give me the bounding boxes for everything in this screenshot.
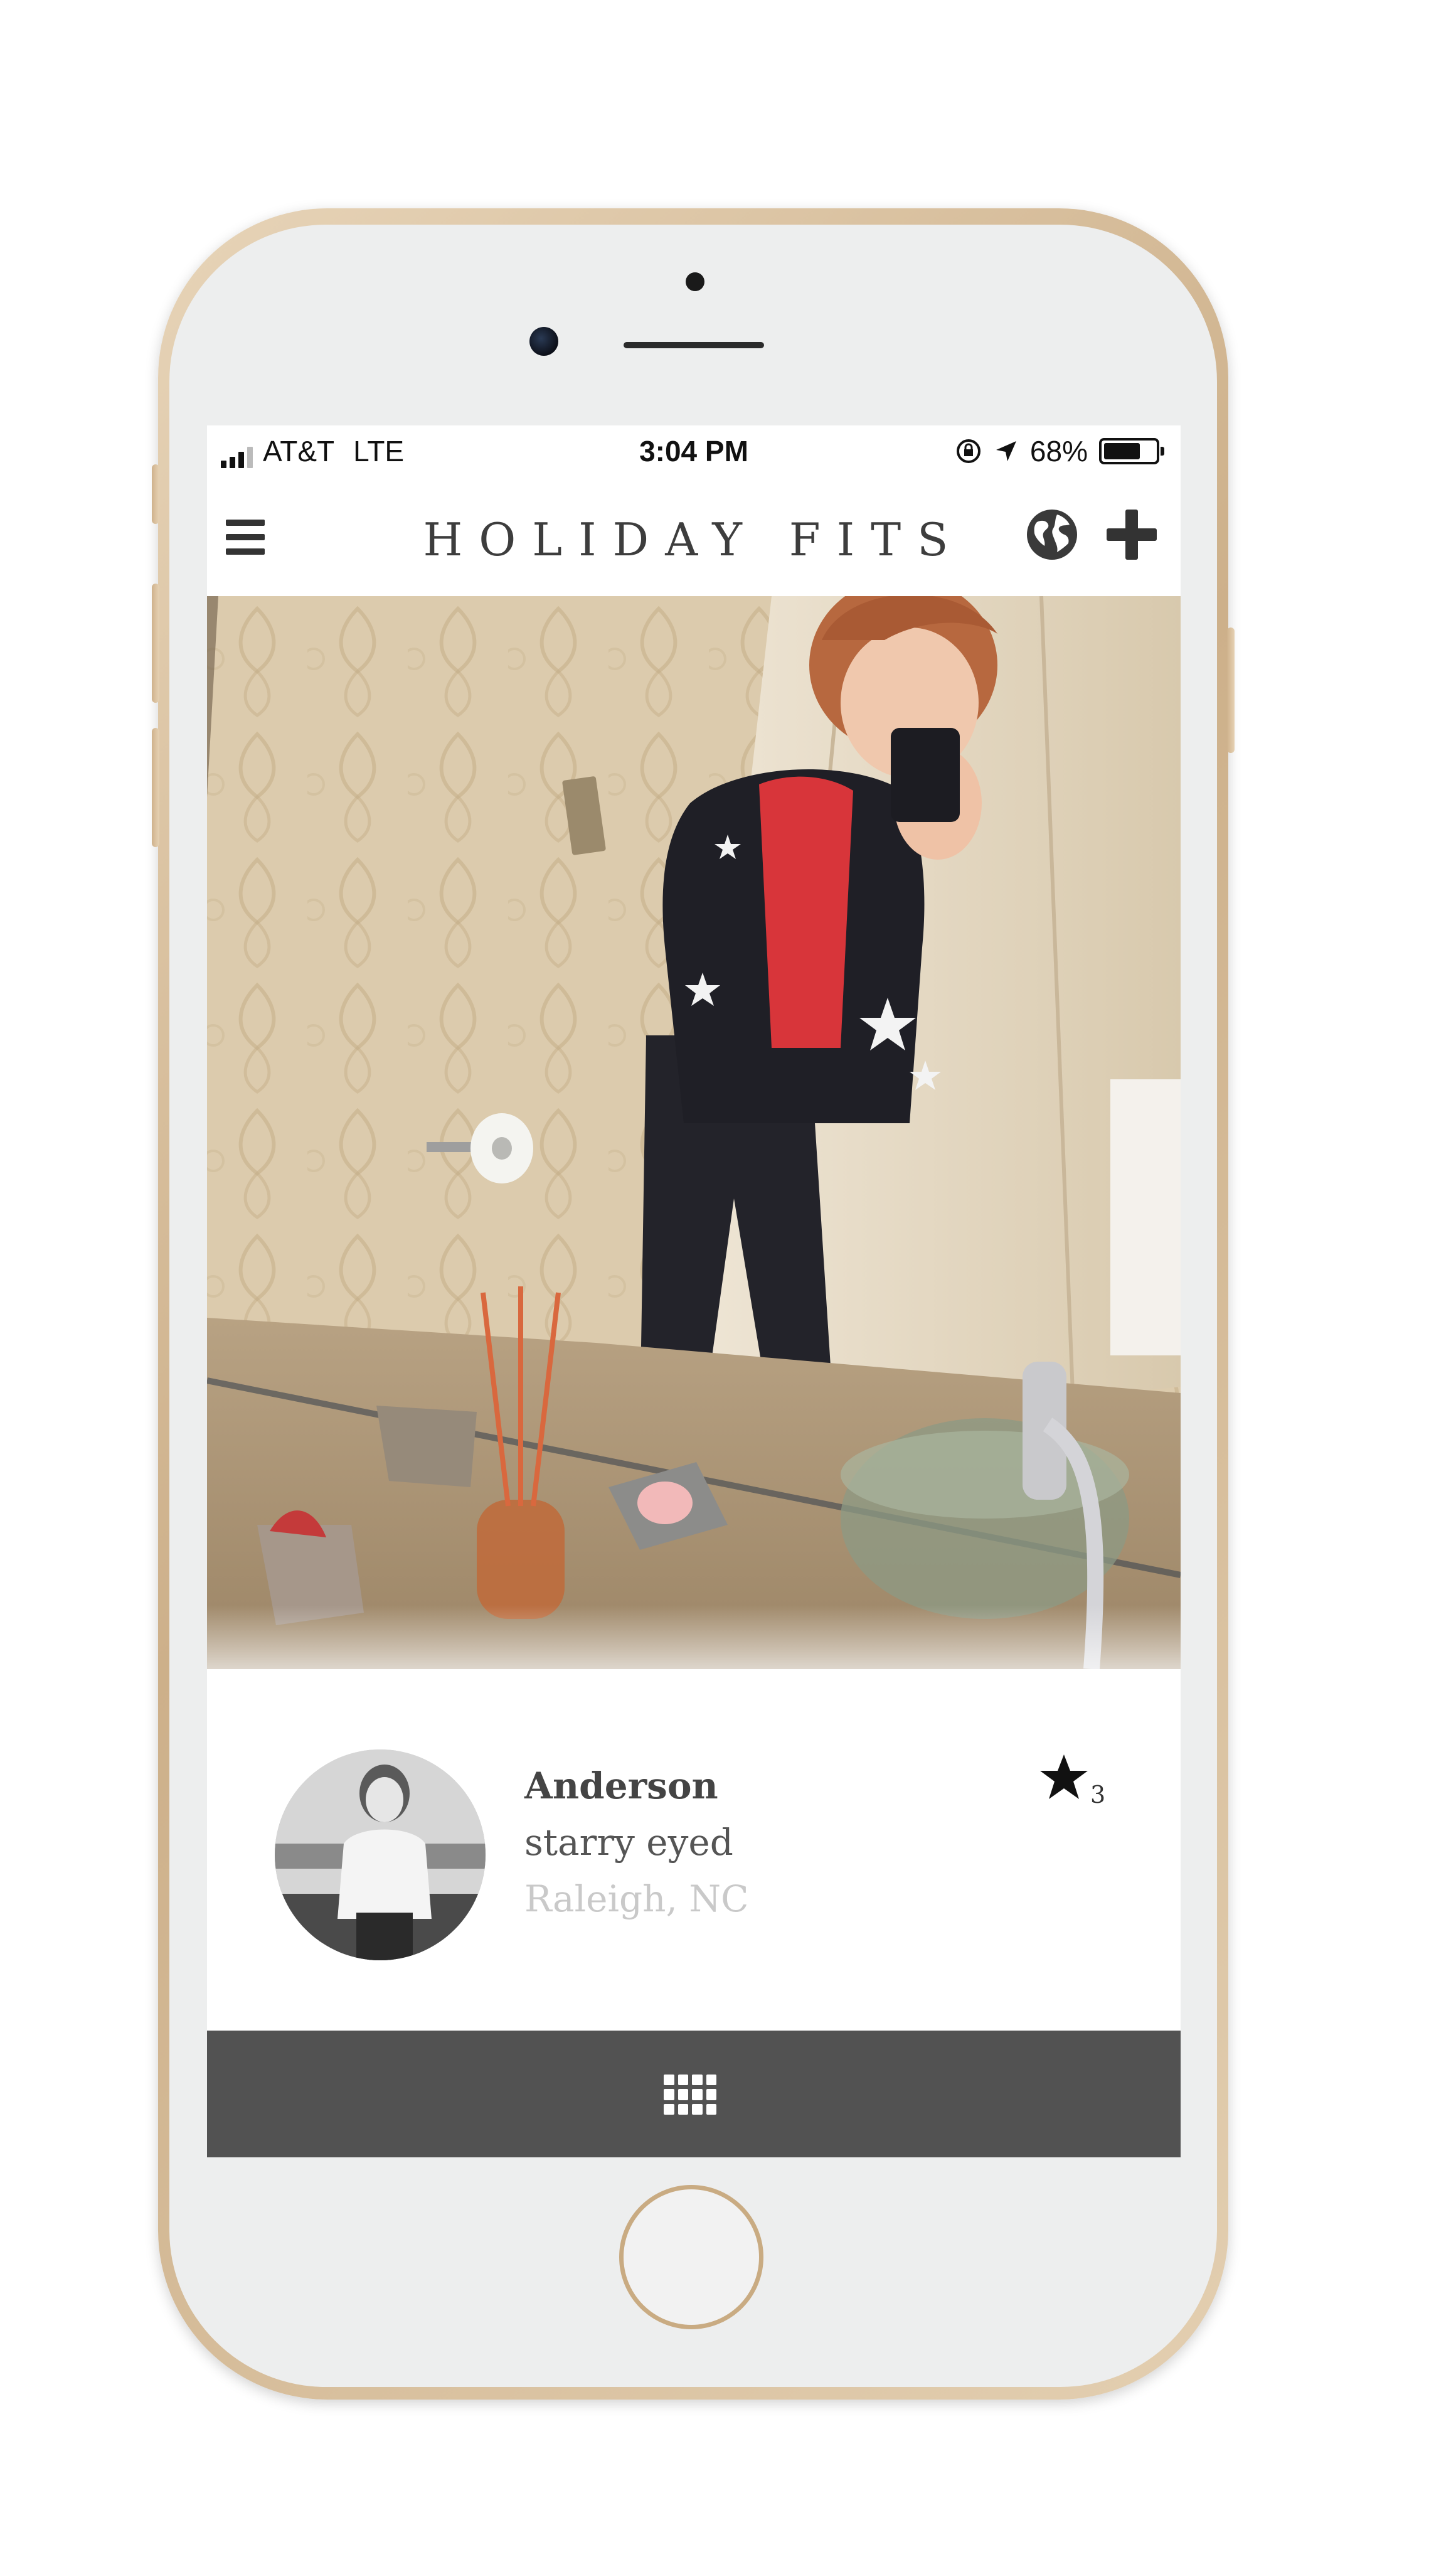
earpiece-speaker [624,342,764,348]
post-info: Anderson starry eyed Raleigh, NC 3 [207,1712,1181,1988]
post-photo[interactable] [207,596,1181,1669]
post-location: Raleigh, NC [524,1877,749,1920]
home-button[interactable] [619,2185,763,2329]
avatar[interactable] [275,1749,486,1960]
star-count: 3 [1090,1781,1106,1808]
proximity-sensor [686,272,704,291]
photo-illustration [207,596,1181,1669]
volume-down-button [152,728,159,847]
photo-fade-overlay [207,1605,1181,1712]
power-button [1227,627,1235,753]
grid-icon[interactable] [664,2075,716,2115]
app-screen: AT&T LTE 3:04 PM 68% HOLIDAY FITS Anders… [207,425,1181,2157]
battery-percent: 68% [1029,435,1088,467]
status-bar: AT&T LTE 3:04 PM 68% [207,425,1181,477]
bottom-bar [207,2031,1181,2157]
battery-icon [1099,438,1164,464]
volume-up-button [152,584,159,703]
status-right: 68% [955,434,1164,468]
plus-icon[interactable] [1104,507,1159,562]
mute-switch [152,464,159,524]
avatar-image [275,1749,486,1960]
app-header: HOLIDAY FITS [207,477,1181,602]
star-icon [1040,1754,1088,1799]
battery-fill [1104,443,1140,459]
post-username[interactable]: Anderson [524,1765,718,1807]
rotation-lock-icon [956,439,980,463]
favorite-button[interactable]: 3 [1039,1752,1120,1821]
post-caption: starry eyed [524,1821,733,1864]
location-arrow-icon [996,441,1016,461]
front-camera [529,327,558,356]
globe-icon[interactable] [1026,508,1078,561]
